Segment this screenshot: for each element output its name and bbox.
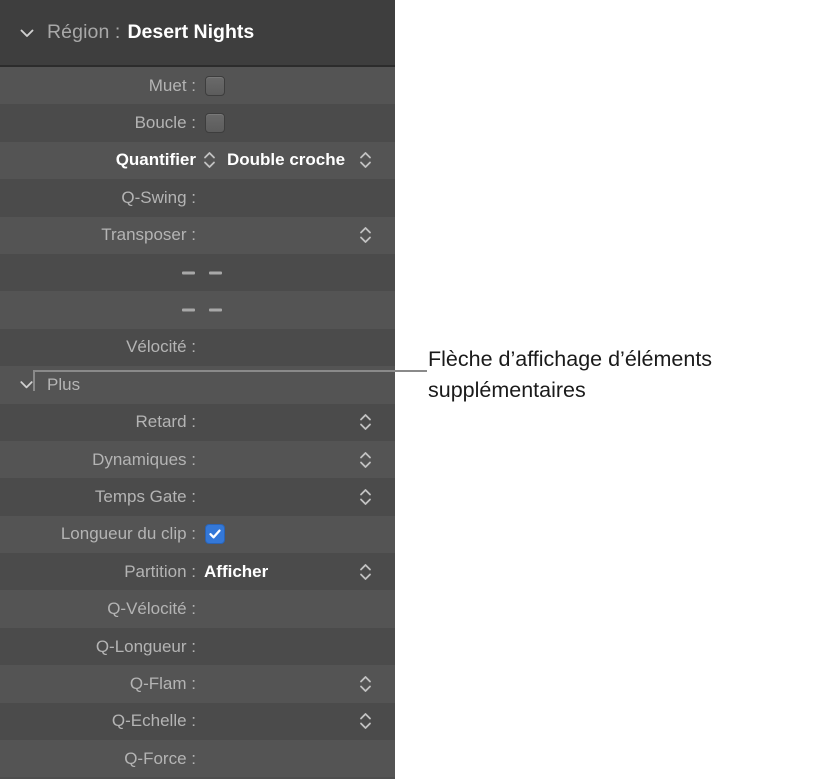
row-label: Q-Flam : <box>129 673 196 693</box>
row-label: Q-Echelle : <box>111 711 196 731</box>
row-q-flam[interactable]: Q-Flam : <box>0 665 395 703</box>
panel-header-value: Desert Nights <box>127 21 255 43</box>
checkbox-boucle[interactable] <box>205 113 225 134</box>
row-label: Temps Gate : <box>94 486 196 506</box>
stepper-icon[interactable] <box>358 411 373 433</box>
stepper-icon[interactable] <box>358 486 373 508</box>
row-label: Q-Swing : <box>121 187 196 207</box>
row-label: Dynamiques : <box>92 449 196 469</box>
chevron-down-icon[interactable] <box>18 376 35 393</box>
stepper-icon[interactable] <box>358 449 373 471</box>
row-partition[interactable]: Partition : Afficher <box>0 553 395 591</box>
stepper-icon[interactable] <box>358 710 373 732</box>
row-muet[interactable]: Muet : <box>0 67 395 105</box>
row-label: Partition : <box>124 561 196 581</box>
row-label: Longueur du clip : <box>60 524 196 544</box>
row-value[interactable]: Double croche <box>227 150 345 170</box>
row-value[interactable]: Afficher <box>204 562 268 582</box>
row-boucle[interactable]: Boucle : <box>0 104 395 142</box>
checkbox-longueur-du-clip[interactable] <box>205 524 225 545</box>
row-q-echelle[interactable]: Q-Echelle : <box>0 702 395 741</box>
stepper-icon[interactable] <box>358 224 373 246</box>
row-label: Quantifier <box>115 150 196 170</box>
region-inspector-panel: Région : Desert Nights Muet : Boucle : Qua… <box>0 0 395 779</box>
panel-header[interactable]: Région : Desert Nights <box>0 0 395 67</box>
row-label: Q-Vélocité : <box>107 599 196 619</box>
stepper-icon[interactable] <box>358 149 373 171</box>
row-quantifier[interactable]: Quantifier Double croche <box>0 141 395 180</box>
dash-glyph <box>209 308 222 312</box>
row-label: Muet : <box>148 75 196 95</box>
row-q-longueur[interactable]: Q-Longueur : <box>0 627 395 666</box>
checkbox-muet[interactable] <box>205 75 225 96</box>
chevron-down-icon[interactable] <box>18 24 36 42</box>
row-label: Transposer : <box>101 225 196 245</box>
row-placeholder-dashes[interactable] <box>0 291 395 329</box>
row-retard[interactable]: Retard : <box>0 403 395 441</box>
row-label: Retard : <box>135 412 196 432</box>
stepper-icon[interactable] <box>358 561 373 583</box>
row-q-vlocit[interactable]: Q-Vélocité : <box>0 590 395 628</box>
row-q-swing[interactable]: Q-Swing : <box>0 179 395 217</box>
annotation-text: Flèche d’affichage d’éléments supplément… <box>428 347 713 402</box>
row-transposer[interactable]: Transposer : <box>0 216 395 254</box>
dash-glyph <box>182 271 195 275</box>
disclosure-label: Plus <box>47 374 81 394</box>
row-label: Q-Longueur : <box>95 636 196 656</box>
stepper-icon[interactable] <box>358 673 373 695</box>
parameter-rows: Muet : Boucle : Quantifier Double croche Q-S… <box>0 67 395 778</box>
row-placeholder-dashes[interactable] <box>0 253 395 292</box>
dash-glyph <box>209 271 222 275</box>
panel-header-label: Région : <box>47 21 121 43</box>
row-label: Vélocité : <box>126 337 196 357</box>
placeholder-dashes <box>182 271 222 275</box>
row-vlocit[interactable]: Vélocité : <box>0 328 395 367</box>
row-dynamiques[interactable]: Dynamiques : <box>0 440 395 479</box>
placeholder-dashes <box>182 308 222 312</box>
stepper-icon[interactable] <box>202 149 217 171</box>
disclosure-row-plus[interactable]: Plus <box>0 366 395 404</box>
dash-glyph <box>182 308 195 312</box>
row-temps-gate[interactable]: Temps Gate : <box>0 478 395 516</box>
row-q-force[interactable]: Q-Force : <box>0 740 395 778</box>
row-longueur-du-clip[interactable]: Longueur du clip : <box>0 515 395 554</box>
row-label: Boucle : <box>134 113 196 133</box>
row-label: Q-Force : <box>124 748 196 768</box>
